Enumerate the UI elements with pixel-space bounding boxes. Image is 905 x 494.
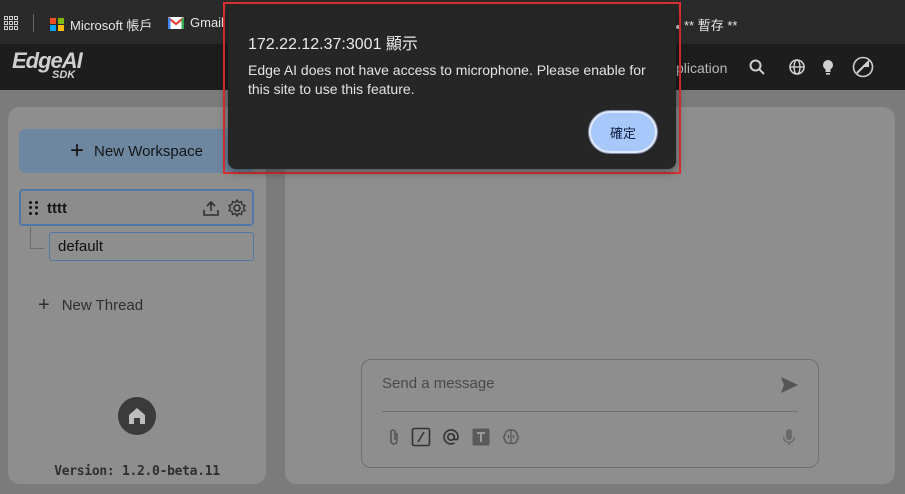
upload-icon[interactable] (202, 199, 220, 217)
lightbulb-icon[interactable] (819, 58, 837, 76)
globe-icon[interactable] (788, 58, 806, 76)
new-workspace-label: New Workspace (94, 142, 203, 160)
mention-icon[interactable] (441, 427, 461, 447)
bookmark-label: Gmail (190, 15, 224, 30)
bookmark-gmail[interactable]: Gmail (168, 15, 224, 30)
send-icon[interactable] (778, 374, 800, 396)
edgeai-logo[interactable]: EdgeAI SDK (12, 50, 83, 81)
bookmark-microsoft[interactable]: Microsoft 帳戶 (50, 15, 152, 34)
plus-icon: + (70, 137, 85, 164)
gmail-logo-icon (168, 16, 184, 29)
tree-connector (30, 227, 44, 249)
brain-icon[interactable] (501, 427, 521, 447)
home-button[interactable] (118, 397, 156, 435)
drag-handle-icon[interactable] (29, 201, 39, 215)
dialog-title: 172.22.12.37:3001 顯示 (248, 36, 418, 53)
microphone-icon[interactable] (779, 427, 799, 447)
application-link[interactable]: plication (676, 60, 727, 76)
dialog-ok-button[interactable]: 確定 (589, 111, 657, 153)
apps-grid-icon[interactable] (4, 16, 18, 30)
version-label: Version: 1.2.0-beta.11 (54, 464, 220, 479)
microsoft-logo-icon (50, 17, 64, 32)
message-input[interactable] (382, 372, 762, 394)
thread-item-default[interactable]: default (49, 232, 254, 261)
text-format-icon[interactable] (471, 427, 491, 447)
bookmark-temp[interactable]: ** 暫存 ** (676, 15, 737, 34)
dialog-message: Edge AI does not have access to micropho… (248, 62, 646, 97)
slash-command-icon[interactable] (411, 427, 431, 447)
new-workspace-button[interactable]: + New Workspace (19, 129, 254, 173)
attachment-icon[interactable] (384, 427, 404, 447)
new-thread-button[interactable]: + New Thread (38, 295, 143, 315)
alert-dialog: 172.22.12.37:3001 顯示 Edge AI does not ha… (228, 7, 676, 169)
new-thread-label: New Thread (61, 296, 144, 314)
message-composer (361, 359, 819, 468)
theme-toggle-icon[interactable] (852, 56, 874, 78)
bookmark-separator (33, 14, 34, 32)
bookmark-label: ** 暫存 ** (684, 18, 738, 33)
plus-icon: + (38, 294, 50, 316)
settings-gear-icon[interactable] (227, 198, 247, 218)
workspace-name: tttt (47, 200, 67, 217)
workspace-item[interactable]: tttt (19, 189, 254, 226)
composer-divider (382, 411, 798, 412)
bookmark-label: Microsoft 帳戶 (70, 18, 153, 33)
search-icon[interactable] (748, 58, 766, 76)
